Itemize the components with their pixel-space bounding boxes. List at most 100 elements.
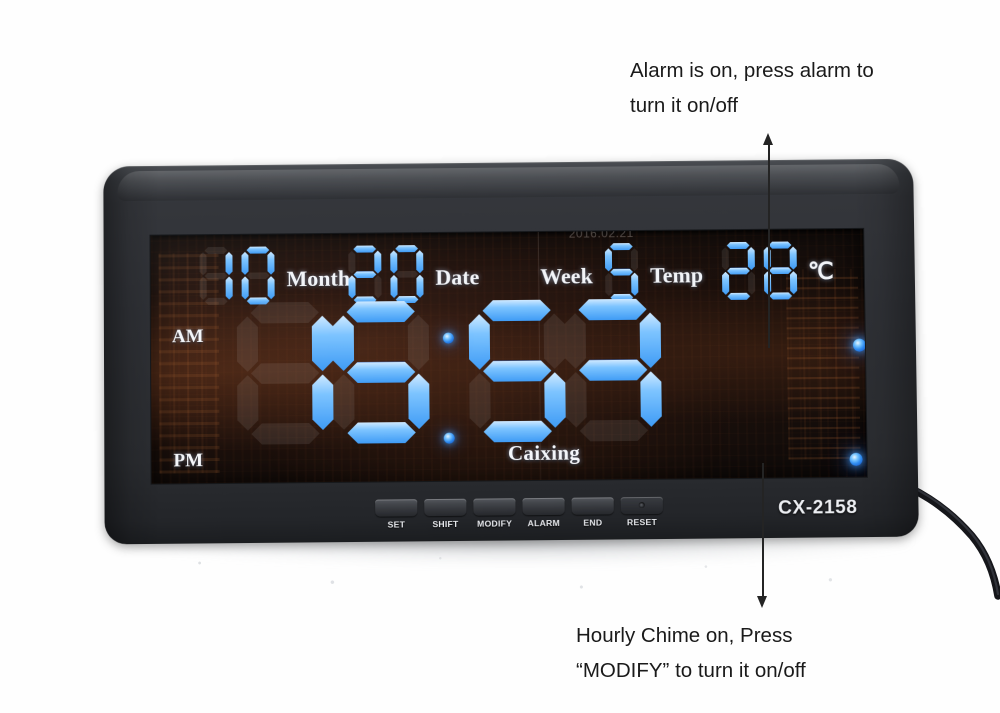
arrow-shaft bbox=[762, 463, 764, 597]
button-label-modify: MODIFY bbox=[477, 518, 513, 529]
button-label-alarm: ALARM bbox=[527, 517, 560, 529]
segment-b bbox=[267, 252, 274, 275]
colon-dot-1 bbox=[443, 432, 455, 444]
led-display-panel: 2016.02.21 AM PM Alarm Hournotice bbox=[150, 228, 867, 484]
button-alarm[interactable]: ALARM bbox=[522, 497, 565, 529]
segment-c bbox=[408, 373, 429, 429]
button-label-set: SET bbox=[387, 519, 406, 530]
segment-g bbox=[251, 362, 319, 384]
annotation-alarm-line1: Alarm is on, press alarm to bbox=[630, 59, 874, 82]
segment-f bbox=[241, 252, 248, 275]
segment-g bbox=[610, 268, 633, 275]
segment-g bbox=[347, 361, 415, 383]
temp-label: Temp bbox=[649, 262, 704, 288]
segment-a bbox=[251, 302, 319, 324]
segment-b bbox=[790, 247, 797, 270]
month-label: Month bbox=[286, 265, 351, 292]
date-watermark: 2016.02.21 bbox=[568, 228, 634, 241]
annotation-chime-text: Hourly Chime on, Press “MODIFY” to turn … bbox=[576, 618, 806, 688]
segment-b bbox=[544, 313, 566, 369]
week-label: Week bbox=[540, 263, 593, 289]
button-cap-set[interactable] bbox=[375, 499, 418, 517]
segment-b bbox=[374, 251, 381, 274]
button-cap-modify[interactable] bbox=[473, 498, 516, 516]
time-hour-tens-digit-0 bbox=[229, 293, 342, 454]
body-top-bevel bbox=[117, 163, 900, 202]
segment-c bbox=[312, 374, 333, 430]
brand-name: Caixing bbox=[507, 440, 581, 466]
button-shift[interactable]: SHIFT bbox=[424, 498, 467, 530]
button-set[interactable]: SET bbox=[375, 499, 418, 530]
annotation-alarm-line2: turn it on/off bbox=[630, 94, 738, 117]
annotation-alarm-text: Alarm is on, press alarm to turn it on/o… bbox=[630, 53, 874, 123]
segment-c bbox=[544, 372, 566, 428]
segment-f bbox=[565, 313, 587, 369]
segment-e bbox=[242, 276, 249, 299]
segment-g bbox=[205, 272, 228, 279]
segment-b bbox=[312, 316, 333, 372]
segment-b bbox=[631, 248, 638, 271]
segment-e bbox=[237, 375, 258, 431]
button-label-reset: RESET bbox=[626, 516, 658, 528]
button-cap-reset[interactable] bbox=[620, 496, 663, 515]
segment-e bbox=[469, 373, 491, 429]
segment-d bbox=[580, 420, 649, 442]
segment-g bbox=[483, 360, 551, 382]
segment-b bbox=[225, 252, 232, 275]
colon-dot-0 bbox=[442, 332, 454, 344]
arrow-head-down-icon bbox=[757, 596, 768, 608]
segment-e bbox=[565, 372, 587, 428]
segment-c bbox=[268, 276, 275, 299]
button-cap-shift[interactable] bbox=[424, 498, 467, 517]
segment-e bbox=[333, 374, 354, 430]
segment-a bbox=[246, 246, 269, 253]
time-min-tens-digit-0 bbox=[460, 290, 574, 452]
segment-e bbox=[605, 273, 612, 296]
segment-g bbox=[579, 359, 648, 381]
segment-a bbox=[727, 242, 750, 249]
segment-e bbox=[390, 275, 397, 298]
segment-b bbox=[416, 250, 423, 273]
segment-e bbox=[722, 272, 729, 295]
date-label: Date bbox=[435, 264, 480, 290]
button-modify[interactable]: MODIFY bbox=[473, 498, 516, 529]
time-min-ones-digit-0 bbox=[556, 290, 670, 451]
segment-d bbox=[251, 423, 319, 445]
segment-f bbox=[237, 316, 258, 372]
segment-a bbox=[610, 243, 633, 250]
month-value-digit-1 bbox=[238, 242, 278, 309]
segment-b bbox=[748, 247, 755, 270]
button-end[interactable]: END bbox=[571, 497, 614, 528]
button-cap-alarm[interactable] bbox=[522, 497, 565, 516]
temp-unit-label: ℃ bbox=[807, 259, 834, 285]
month-value-digit-0 bbox=[196, 243, 236, 309]
button-cap-end[interactable] bbox=[571, 497, 614, 515]
segment-d bbox=[205, 298, 228, 305]
segment-g bbox=[727, 267, 750, 274]
segment-d bbox=[484, 421, 553, 443]
segment-e bbox=[348, 275, 355, 298]
segment-c bbox=[416, 275, 423, 298]
segment-g bbox=[395, 270, 418, 277]
pm-indicator-label: PM bbox=[173, 450, 204, 472]
segment-a bbox=[205, 247, 228, 254]
segment-f bbox=[722, 247, 729, 270]
screenshot-canvas: 2016.02.21 AM PM Alarm Hournotice bbox=[0, 0, 1000, 713]
segment-f bbox=[390, 250, 397, 273]
segment-d bbox=[769, 292, 792, 299]
segment-a bbox=[482, 300, 550, 322]
segment-c bbox=[748, 272, 755, 295]
segment-g bbox=[354, 271, 377, 278]
segment-c bbox=[790, 271, 797, 294]
segment-c bbox=[374, 275, 381, 298]
segment-f bbox=[605, 248, 612, 271]
button-row: SET SHIFT MODIFY ALARM END RESET bbox=[375, 496, 666, 538]
am-indicator-label: AM bbox=[171, 325, 204, 348]
button-reset[interactable]: RESET bbox=[620, 496, 663, 528]
clock-body: 2016.02.21 AM PM Alarm Hournotice bbox=[103, 158, 919, 545]
button-label-end: END bbox=[583, 517, 603, 528]
segment-e bbox=[200, 277, 207, 300]
segment-a bbox=[353, 245, 376, 252]
date-value-digit-0 bbox=[345, 241, 385, 308]
segment-b bbox=[640, 312, 662, 368]
